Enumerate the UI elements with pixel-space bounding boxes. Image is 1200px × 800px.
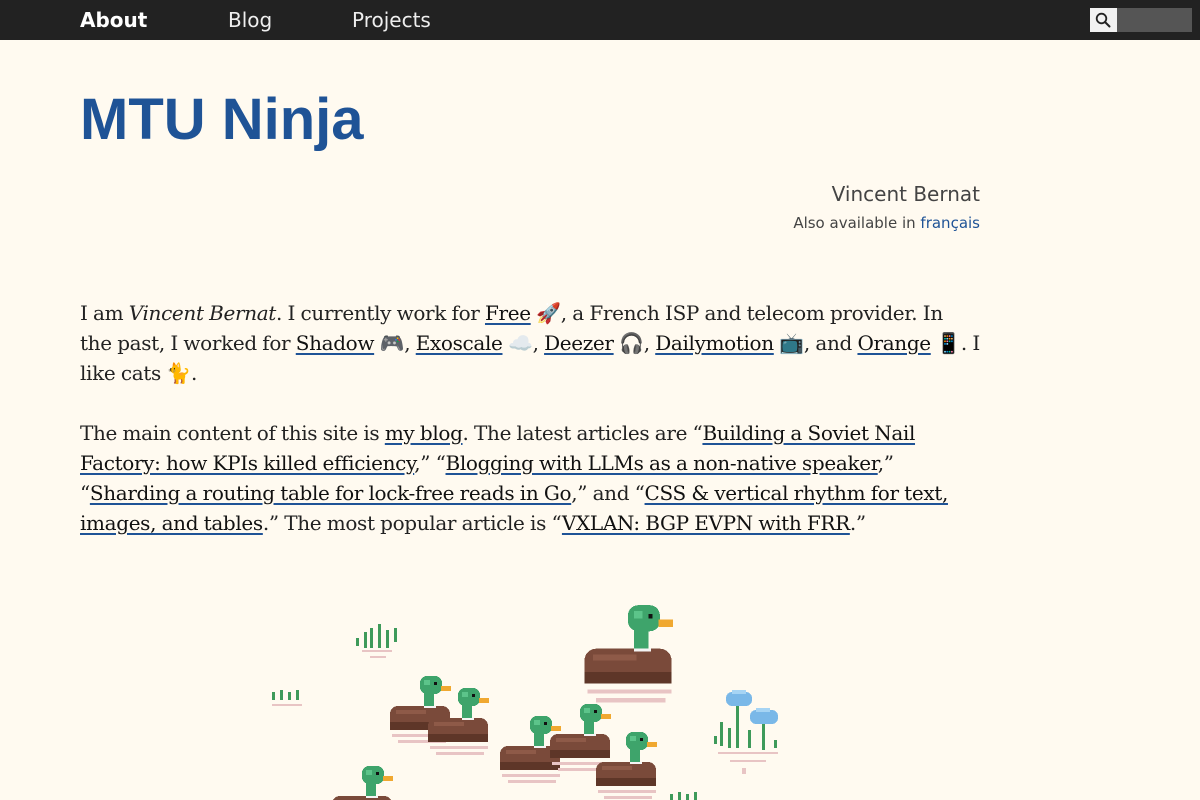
headphones-icon: 🎧 (619, 331, 644, 355)
link-dailymotion[interactable]: Dailymotion (655, 331, 774, 355)
mobile-phone-icon: 📱 (936, 331, 961, 355)
blog-paragraph: The main content of this site is my blog… (80, 418, 980, 538)
language-note: Also available in français (793, 214, 980, 232)
author-name: Vincent Bernat (831, 182, 980, 206)
text: ,” “ (414, 451, 446, 475)
nav-link-projects[interactable]: Projects (352, 0, 431, 40)
text: , (532, 331, 545, 355)
nav-link-blog[interactable]: Blog (228, 0, 272, 40)
link-shadow[interactable]: Shadow (296, 331, 375, 355)
link-deezer[interactable]: Deezer (544, 331, 614, 355)
language-link-french[interactable]: français (920, 214, 980, 232)
search-box (1090, 8, 1192, 32)
rocket-icon: 🚀 (536, 301, 561, 325)
text: . The latest articles are “ (462, 421, 703, 445)
gamepad-icon: 🎮 (379, 331, 405, 355)
text: , and (803, 331, 858, 355)
text: . (190, 361, 197, 385)
link-article-blogging-llms[interactable]: Blogging with LLMs as a non-native speak… (446, 451, 879, 475)
ducks-pond-illustration (272, 605, 778, 800)
flower-cluster (714, 690, 778, 774)
link-article-sharding-routing-table[interactable]: Sharding a routing table for lock-free r… (90, 481, 572, 505)
cat-icon: 🐈 (166, 361, 191, 385)
duck-large (584, 605, 673, 703)
nav-link-about[interactable]: About (80, 0, 147, 40)
text: I am (80, 301, 129, 325)
grass-tuft-1 (356, 624, 397, 658)
language-note-text: Also available in (793, 214, 921, 232)
link-article-vxlan-bgp-evpn[interactable]: VXLAN: BGP EVPN with FRR (562, 511, 850, 535)
main-content: I am Vincent Bernat. I currently work fo… (80, 298, 980, 568)
grass-tuft-2 (272, 690, 302, 706)
site-title: MTU Ninja (80, 87, 364, 152)
duck-6 (332, 766, 393, 800)
grass-tuft-3 (670, 792, 697, 800)
link-free[interactable]: Free (485, 301, 531, 325)
search-input[interactable] (1117, 8, 1192, 32)
text: ,” and “ (571, 481, 645, 505)
cloud-icon: ☁️ (508, 331, 533, 355)
text: , (404, 331, 416, 355)
duck-2 (428, 688, 489, 755)
link-orange[interactable]: Orange (857, 331, 931, 355)
link-my-blog[interactable]: my blog (385, 421, 463, 445)
top-nav-bar: About Blog Projects (0, 0, 1200, 40)
link-exoscale[interactable]: Exoscale (416, 331, 503, 355)
text: , (643, 331, 656, 355)
author-name-italic: Vincent Bernat (128, 301, 277, 325)
intro-paragraph: I am Vincent Bernat. I currently work fo… (80, 298, 980, 388)
text: The main content of this site is (80, 421, 385, 445)
text: .” The most popular article is “ (262, 511, 562, 535)
television-icon: 📺 (779, 331, 804, 355)
text: . I currently work for (275, 301, 485, 325)
text: .” (849, 511, 866, 535)
search-icon[interactable] (1090, 8, 1117, 32)
